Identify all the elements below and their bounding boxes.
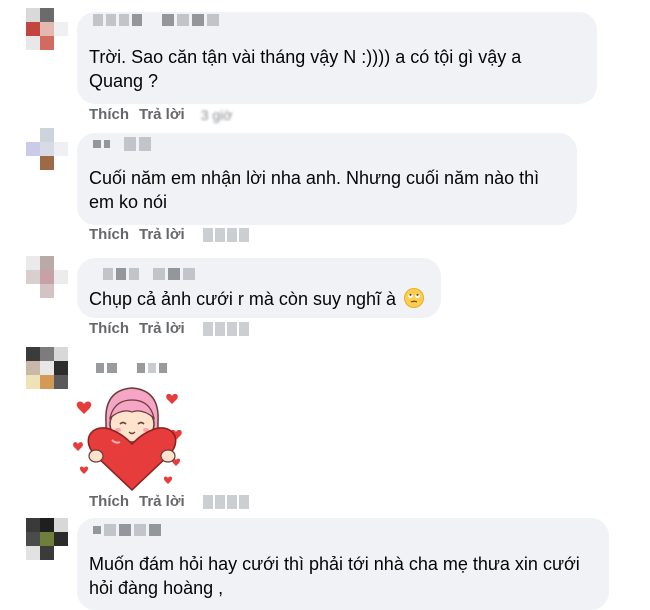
avatar[interactable] [26,518,68,560]
avatar[interactable] [26,128,68,170]
avatar[interactable] [26,256,68,298]
avatar[interactable] [26,8,68,50]
comment-actions: Thích Trả lời [89,320,249,337]
commenter-name[interactable] [103,268,195,280]
comment-text-content: Chụp cả ảnh cưới r mà còn suy nghĩ à [89,289,397,309]
reply-button[interactable]: Trả lời [139,320,185,337]
comment-bubble: Chụp cả ảnh cưới r mà còn suy nghĩ à [77,258,441,318]
reply-button[interactable]: Trả lời [139,493,185,510]
commenter-name[interactable] [93,137,151,151]
comment-timestamp[interactable] [202,321,249,336]
comment-bubble: Cuối năm em nhận lời nha anh. Nhưng cuối… [77,133,577,225]
like-button[interactable]: Thích [89,493,129,510]
comment-text: Chụp cả ảnh cưới r mà còn suy nghĩ à [89,287,425,311]
comment-actions: Thích Trả lời 3 giờ [89,106,232,123]
comment-actions: Thích Trả lời [89,493,249,510]
like-button[interactable]: Thích [89,320,129,337]
comment-text: Trời. Sao căn tận vài tháng vậy N :)))) … [89,47,522,91]
reply-button[interactable]: Trả lời [139,226,185,243]
comment-actions: Thích Trả lời [89,226,249,243]
reply-button[interactable]: Trả lời [139,106,185,123]
comment-text: Muốn đám hỏi hay cưới thì phải tới nhà c… [89,554,580,598]
girl-hugging-heart-sticker[interactable] [72,382,190,492]
comment-bubble: Muốn đám hỏi hay cưới thì phải tới nhà c… [77,518,609,610]
comment-timestamp[interactable]: 3 giờ [201,107,233,123]
like-button[interactable]: Thích [89,226,129,243]
comment-timestamp[interactable] [202,227,249,242]
commenter-name[interactable] [93,524,161,536]
avatar[interactable] [26,347,68,389]
sticker-icon [73,387,182,492]
commenter-name[interactable] [93,14,219,26]
commenter-name[interactable] [96,362,167,374]
comment-text: Cuối năm em nhận lời nha anh. Nhưng cuối… [89,168,540,212]
rolling-eyes-emoji-icon [404,288,425,308]
like-button[interactable]: Thích [89,106,129,123]
comment-bubble: Trời. Sao căn tận vài tháng vậy N :)))) … [77,12,597,104]
comment-timestamp[interactable] [202,494,249,509]
